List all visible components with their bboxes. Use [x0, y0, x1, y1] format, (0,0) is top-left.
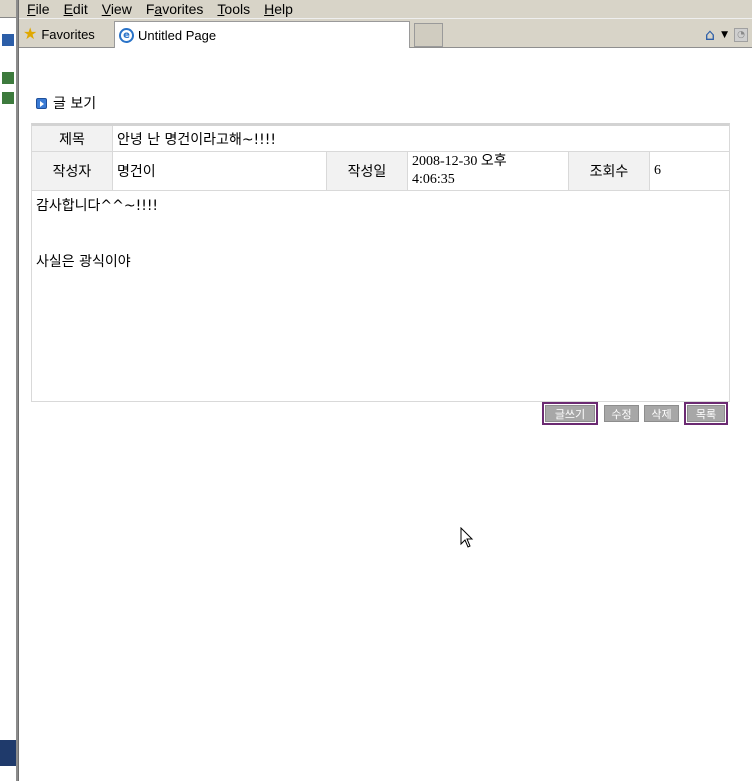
- background-window-bar: [0, 740, 16, 766]
- post-actions: 글쓰기 수정 삭제 목록: [542, 402, 728, 425]
- star-icon: ★: [23, 26, 38, 43]
- menu-view[interactable]: View: [102, 1, 132, 17]
- tab-bar: ★ Favorites e Untitled Page ⌂ ▼ ◔: [19, 18, 752, 48]
- page-content: 글 보기 제목 안녕 난 명건이라고해~!!!! 작성자 명건이 작성일 200…: [19, 49, 752, 781]
- menu-favorites[interactable]: Favorites: [146, 1, 204, 17]
- menu-edit[interactable]: Edit: [64, 1, 88, 17]
- rss-feed-icon[interactable]: ◔: [734, 27, 748, 42]
- author-value: 명건이: [113, 152, 327, 190]
- home-icon[interactable]: ⌂: [705, 25, 715, 44]
- favorites-label: Favorites: [41, 26, 95, 42]
- post-body-line: 감사합니다^^~!!!!: [36, 198, 159, 214]
- menu-bar: File Edit View Favorites Tools Help: [19, 0, 752, 18]
- background-window-top: [0, 0, 16, 18]
- tab-untitled-page[interactable]: e Untitled Page: [114, 21, 410, 48]
- background-window-icon: [2, 34, 14, 46]
- post-body: 감사합니다^^~!!!! 사실은 광식이야: [32, 191, 729, 401]
- background-window-icon: [2, 92, 14, 104]
- background-window-strip: [0, 0, 19, 781]
- background-window-icon: [2, 72, 14, 84]
- author-label: 작성자: [32, 152, 113, 190]
- command-bar: ⌂ ▼ ◔: [705, 25, 748, 44]
- date-value: 2008-12-30 오후 4:06:35: [408, 152, 569, 190]
- menu-help[interactable]: Help: [264, 1, 293, 17]
- date-label: 작성일: [327, 152, 408, 190]
- post-body-line: 사실은 광식이야: [36, 254, 131, 270]
- write-button[interactable]: 글쓰기: [542, 402, 598, 425]
- section-title: 글 보기: [36, 93, 96, 113]
- bullet-arrow-icon: [36, 97, 47, 109]
- menu-tools[interactable]: Tools: [217, 1, 250, 17]
- post-view-table: 제목 안녕 난 명건이라고해~!!!! 작성자 명건이 작성일 2008-12-…: [31, 123, 730, 402]
- ie-page-icon: e: [119, 27, 134, 43]
- background-window-edge: [16, 0, 18, 781]
- date-value-line2: 4:06:35: [412, 172, 455, 187]
- views-label: 조회수: [569, 152, 650, 190]
- favorites-button[interactable]: ★ Favorites: [23, 24, 95, 44]
- subject-label: 제목: [32, 126, 113, 151]
- delete-button[interactable]: 삭제: [644, 405, 679, 422]
- list-button[interactable]: 목록: [684, 402, 728, 425]
- meta-row: 작성자 명건이 작성일 2008-12-30 오후 4:06:35 조회수 6: [32, 152, 729, 191]
- subject-value: 안녕 난 명건이라고해~!!!!: [117, 131, 276, 148]
- menu-file[interactable]: File: [27, 1, 50, 17]
- date-value-line1: 2008-12-30 오후: [412, 154, 507, 169]
- subject-row: 제목 안녕 난 명건이라고해~!!!!: [32, 126, 729, 152]
- chevron-down-icon[interactable]: ▼: [721, 30, 728, 40]
- section-title-text: 글 보기: [53, 96, 97, 112]
- views-value: 6: [654, 163, 661, 178]
- edit-button[interactable]: 수정: [604, 405, 639, 422]
- tab-title: Untitled Page: [138, 27, 217, 43]
- new-tab-button[interactable]: [414, 23, 443, 47]
